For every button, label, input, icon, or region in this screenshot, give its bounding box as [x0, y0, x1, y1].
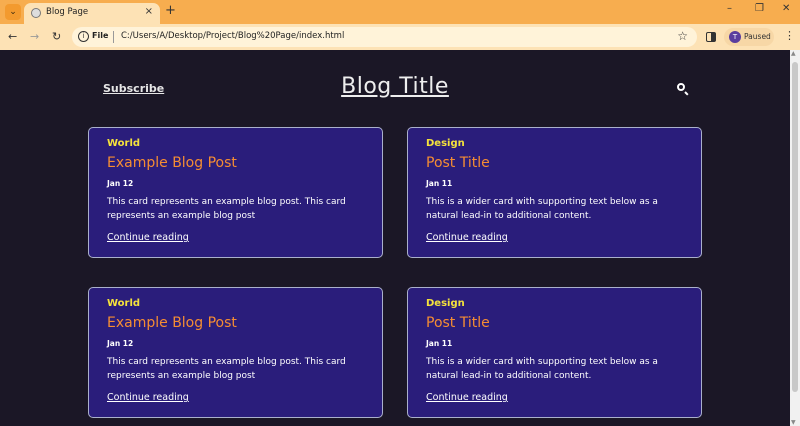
scrollbar-thumb[interactable]	[792, 62, 798, 392]
side-panel-icon[interactable]	[706, 32, 716, 42]
blog-card: Design Post Title Jan 11 This is a wider…	[407, 287, 702, 418]
blog-card: Design Post Title Jan 11 This is a wider…	[407, 127, 702, 258]
minimize-button[interactable]: –	[727, 3, 732, 14]
tab-strip: ⌄ Blog Page × + – ❐ ✕	[0, 0, 800, 24]
card-date: Jan 12	[107, 179, 134, 188]
restore-button[interactable]: ❐	[755, 3, 764, 14]
card-body: This is a wider card with supporting tex…	[426, 197, 658, 221]
url-scheme-label: File	[92, 31, 109, 40]
reload-icon[interactable]: ↻	[52, 29, 61, 45]
info-icon[interactable]: i	[78, 31, 89, 42]
browser-toolbar: ← → ↻ i File C:/Users/A/Desktop/Project/…	[0, 24, 800, 50]
card-body: This card represents an example blog pos…	[107, 197, 346, 221]
scroll-up-icon[interactable]: ▲	[791, 50, 796, 57]
page-content: Subscribe Blog Title World Example Blog …	[0, 50, 790, 426]
forward-arrow-icon[interactable]: →	[30, 29, 39, 45]
continue-reading-link[interactable]: Continue reading	[426, 392, 508, 403]
card-date: Jan 11	[426, 339, 453, 348]
card-date: Jan 12	[107, 339, 134, 348]
continue-reading-link[interactable]: Continue reading	[107, 232, 189, 243]
card-category: World	[107, 298, 141, 309]
card-category: Design	[426, 138, 465, 149]
continue-reading-link[interactable]: Continue reading	[426, 232, 508, 243]
star-icon[interactable]: ☆	[677, 29, 688, 43]
card-date: Jan 11	[426, 179, 453, 188]
card-title: Post Title	[426, 315, 490, 331]
globe-favicon-icon	[31, 8, 41, 18]
page-title[interactable]: Blog Title	[0, 74, 790, 99]
divider	[113, 31, 114, 43]
continue-reading-link[interactable]: Continue reading	[107, 392, 189, 403]
address-bar[interactable]: i File C:/Users/A/Desktop/Project/Blog%2…	[72, 27, 697, 47]
card-body: This card represents an example blog pos…	[107, 357, 346, 381]
card-title: Example Blog Post	[107, 315, 237, 331]
card-title: Post Title	[426, 155, 490, 171]
close-icon[interactable]: ×	[145, 6, 153, 17]
close-window-button[interactable]: ✕	[782, 3, 790, 14]
back-arrow-icon[interactable]: ←	[8, 29, 17, 45]
blog-card: World Example Blog Post Jan 12 This card…	[88, 127, 383, 258]
tab-title: Blog Page	[46, 7, 89, 17]
plus-icon[interactable]: +	[165, 3, 176, 19]
url-text[interactable]: C:/Users/A/Desktop/Project/Blog%20Page/i…	[121, 31, 344, 41]
vertical-scrollbar[interactable]: ▲ ▼	[790, 50, 800, 426]
card-body: This is a wider card with supporting tex…	[426, 357, 658, 381]
kebab-menu-icon[interactable]: ⋮	[784, 30, 795, 42]
profile-button[interactable]: T Paused	[724, 28, 774, 46]
avatar: T	[729, 31, 741, 43]
card-category: World	[107, 138, 141, 149]
blog-card: World Example Blog Post Jan 12 This card…	[88, 287, 383, 418]
profile-status: Paused	[744, 32, 771, 41]
card-category: Design	[426, 298, 465, 309]
browser-tab[interactable]: Blog Page ×	[24, 3, 160, 24]
card-title: Example Blog Post	[107, 155, 237, 171]
search-icon[interactable]	[677, 83, 685, 91]
scroll-down-icon[interactable]: ▼	[791, 419, 796, 426]
tab-dropdown-icon[interactable]: ⌄	[5, 4, 21, 20]
